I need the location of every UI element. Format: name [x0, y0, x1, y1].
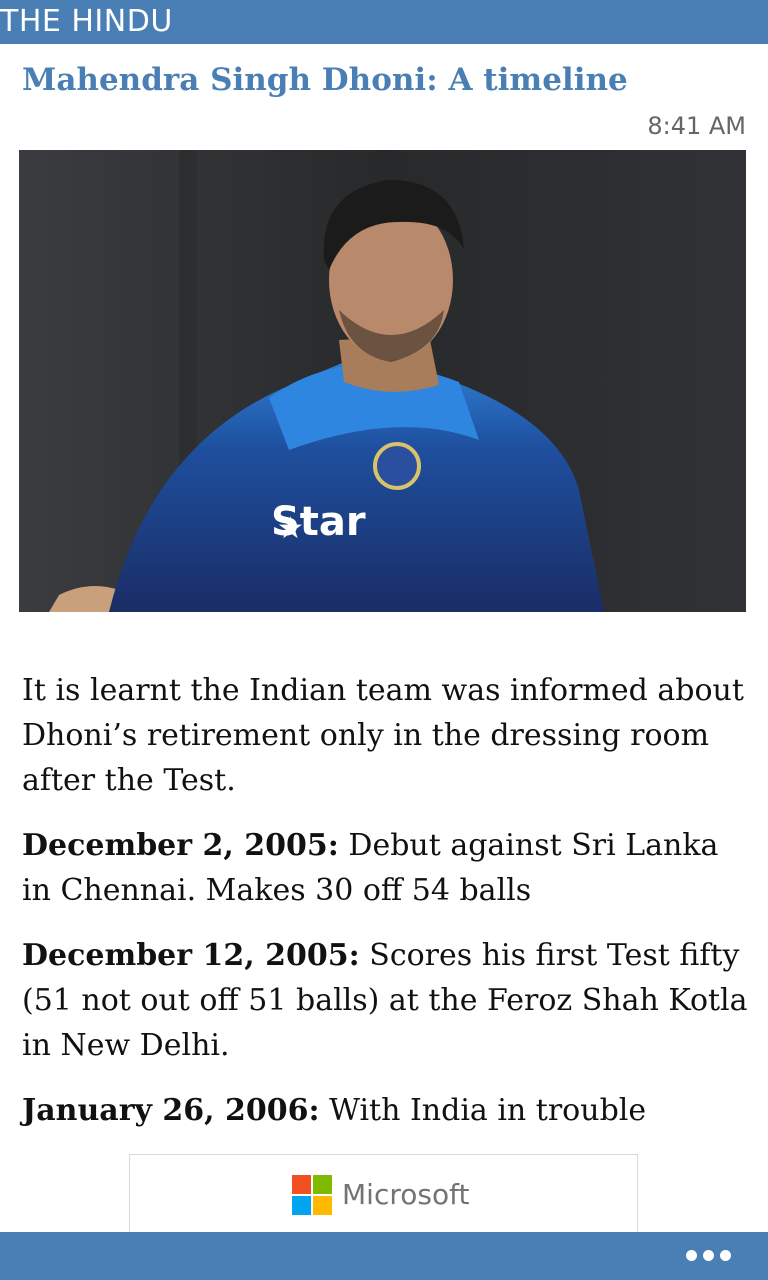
app-header: THE HINDU: [0, 0, 768, 44]
app-bar: [0, 1232, 768, 1280]
ad-banner[interactable]: Microsoft: [129, 1154, 638, 1244]
star-icon: ★: [277, 511, 304, 546]
ad-brand: Microsoft: [342, 1178, 470, 1211]
timeline-date: December 12, 2005:: [22, 938, 360, 973]
ellipsis-icon[interactable]: [686, 1250, 732, 1262]
app-name: THE HINDU: [0, 4, 173, 39]
microsoft-logo-icon: [292, 1175, 332, 1215]
article-intro: It is learnt the Indian team was informe…: [22, 673, 744, 798]
timeline-entry: December 12, 2005: Scores his first Test…: [22, 933, 748, 1068]
timeline-date: December 2, 2005:: [22, 828, 339, 863]
article-body: It is learnt the Indian team was informe…: [22, 668, 748, 1153]
timeline-text: With India in trouble: [319, 1093, 647, 1128]
article-title: Mahendra Singh Dhoni: A timeline: [22, 62, 628, 98]
article-time: 8:41 AM: [647, 112, 746, 140]
timeline-entry: December 2, 2005: Debut against Sri Lank…: [22, 823, 748, 913]
timeline-entry: January 26, 2006: With India in trouble: [22, 1088, 748, 1133]
article-photo: Star ★: [19, 150, 746, 612]
timeline-date: January 26, 2006:: [22, 1093, 320, 1128]
